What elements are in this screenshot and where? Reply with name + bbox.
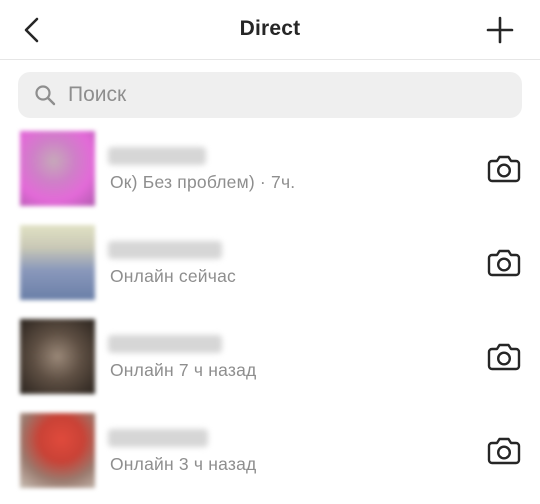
camera-icon	[487, 343, 521, 371]
thread-row[interactable]: Ок) Без проблем) · 7ч.	[0, 128, 540, 222]
avatar	[20, 225, 95, 300]
contact-name-redacted	[108, 241, 222, 259]
thread-row[interactable]: Онлайн 3 ч назад	[0, 410, 540, 504]
thread-row[interactable]: Онлайн 7 ч назад	[0, 316, 540, 410]
thread-row[interactable]: Онлайн сейчас	[0, 222, 540, 316]
contact-name-redacted	[108, 429, 208, 447]
camera-button[interactable]	[486, 244, 522, 280]
header: Direct	[0, 0, 540, 60]
search-bar[interactable]	[18, 72, 522, 118]
avatar	[20, 319, 95, 394]
camera-icon	[487, 155, 521, 183]
contact-name-redacted	[108, 147, 206, 165]
camera-button[interactable]	[486, 432, 522, 468]
avatar	[20, 131, 95, 206]
thread-status: Онлайн сейчас	[110, 266, 236, 286]
thread-status: Ок) Без проблем) · 7ч.	[110, 172, 296, 192]
search-icon	[35, 85, 56, 106]
avatar	[20, 413, 95, 488]
contact-name-redacted	[108, 335, 222, 353]
new-message-button[interactable]	[482, 12, 518, 48]
camera-button[interactable]	[486, 338, 522, 374]
search-input[interactable]	[68, 83, 488, 107]
camera-icon	[487, 249, 521, 277]
thread-list: Ок) Без проблем) · 7ч. Онлайн сейчас Онл…	[0, 128, 540, 504]
camera-icon	[487, 437, 521, 465]
thread-status: Онлайн 7 ч назад	[110, 360, 257, 380]
page-title: Direct	[239, 17, 301, 40]
camera-button[interactable]	[486, 150, 522, 186]
thread-status: Онлайн 3 ч назад	[110, 454, 257, 474]
plus-icon	[486, 16, 514, 44]
